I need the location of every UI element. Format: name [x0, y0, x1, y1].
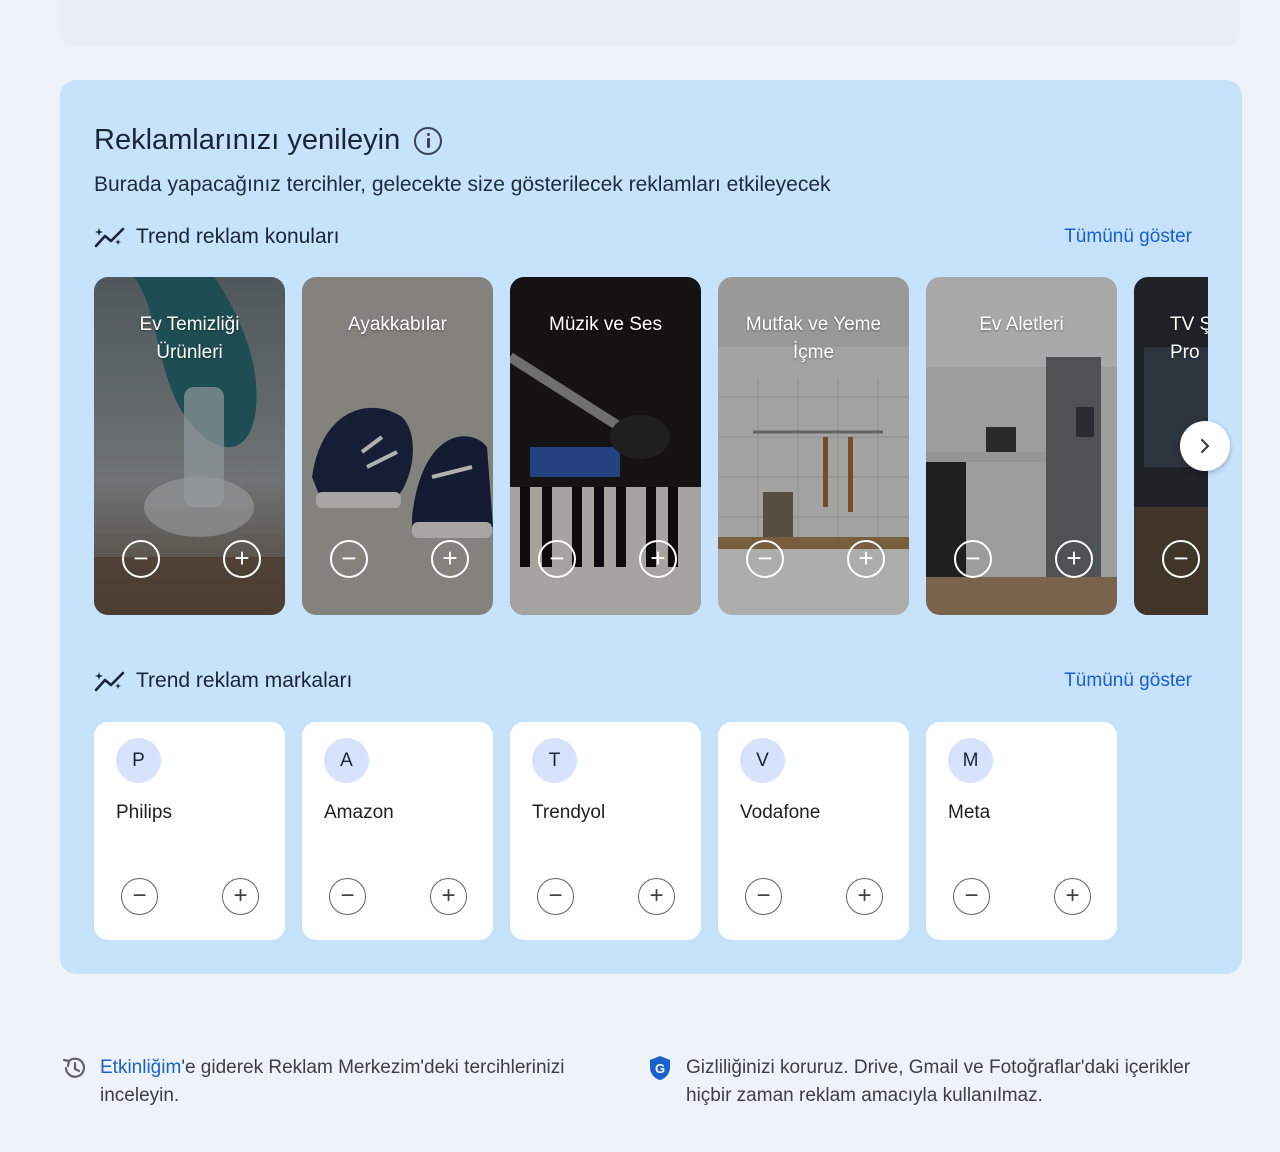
- brand-avatar: P: [116, 738, 161, 783]
- brand-avatar: V: [740, 738, 785, 783]
- topics-show-all-link[interactable]: Tümünü göster: [1064, 226, 1192, 248]
- topic-label: Müzik ve Ses: [549, 314, 662, 335]
- topics-title: Trend reklam konuları: [136, 225, 340, 248]
- brand-card[interactable]: V Vodafone − +: [718, 722, 909, 940]
- panel-title: Reklamlarınızı yenileyin: [94, 124, 443, 157]
- topic-dislike-button[interactable]: −: [746, 540, 784, 578]
- trending-icon: [94, 225, 126, 249]
- topic-label: Mutfak ve Yeme İçme: [745, 314, 882, 363]
- topic-like-button[interactable]: +: [639, 540, 677, 578]
- brand-card[interactable]: T Trendyol − +: [510, 722, 701, 940]
- topic-dislike-button[interactable]: −: [1162, 540, 1200, 578]
- topic-dislike-button[interactable]: −: [954, 540, 992, 578]
- topic-like-button[interactable]: +: [847, 540, 885, 578]
- brand-dislike-button[interactable]: −: [329, 878, 366, 915]
- topics-header: Trend reklam konuları Tümünü göster: [94, 221, 1192, 253]
- topic-card[interactable]: Ev Aletleri − +: [926, 277, 1117, 615]
- info-icon[interactable]: [414, 126, 443, 155]
- brand-dislike-button[interactable]: −: [537, 878, 574, 915]
- brands-title: Trend reklam markaları: [136, 669, 353, 692]
- topic-card[interactable]: Müzik ve Ses − +: [510, 277, 701, 615]
- brands-show-all-link[interactable]: Tümünü göster: [1064, 670, 1192, 692]
- topic-dislike-button[interactable]: −: [330, 540, 368, 578]
- brand-name: Amazon: [324, 802, 394, 823]
- panel-title-text: Reklamlarınızı yenileyin: [94, 124, 401, 156]
- brand-card[interactable]: P Philips − +: [94, 722, 285, 940]
- brand-card[interactable]: M Meta − +: [926, 722, 1117, 940]
- trending-icon: [94, 669, 126, 693]
- brand-like-button[interactable]: +: [430, 878, 467, 915]
- topic-card[interactable]: Ev Temizliği Ürünleri − +: [94, 277, 285, 615]
- svg-text:G: G: [655, 1061, 665, 1076]
- topic-like-button[interactable]: +: [431, 540, 469, 578]
- privacy-note: G Gizliliğinizi koruruz. Drive, Gmail ve…: [646, 1054, 1226, 1110]
- topic-dislike-button[interactable]: −: [538, 540, 576, 578]
- brand-name: Trendyol: [532, 802, 606, 823]
- previous-section-strip: [60, 0, 1240, 46]
- refresh-ads-panel: Reklamlarınızı yenileyin Burada yapacağı…: [60, 80, 1242, 974]
- brand-like-button[interactable]: +: [638, 878, 675, 915]
- brand-dislike-button[interactable]: −: [745, 878, 782, 915]
- chevron-right-icon: [1200, 438, 1210, 454]
- brand-name: Philips: [116, 802, 172, 823]
- brand-card[interactable]: A Amazon − +: [302, 722, 493, 940]
- brand-avatar: A: [324, 738, 369, 783]
- shield-icon: G: [650, 1056, 670, 1080]
- brand-dislike-button[interactable]: −: [121, 878, 158, 915]
- topic-label: Ev Aletleri: [979, 314, 1064, 335]
- panel-subtitle: Burada yapacağınız tercihler, gelecekte …: [94, 173, 831, 196]
- history-icon: [62, 1057, 86, 1078]
- topic-dislike-button[interactable]: −: [122, 540, 160, 578]
- brands-header: Trend reklam markaları Tümünü göster: [94, 665, 1192, 697]
- privacy-note-text: Gizliliğinizi koruruz. Drive, Gmail ve F…: [686, 1057, 1191, 1106]
- brand-name: Vodafone: [740, 802, 821, 823]
- brand-avatar: M: [948, 738, 993, 783]
- topic-card[interactable]: Mutfak ve Yeme İçme − +: [718, 277, 909, 615]
- topic-label: Ayakkabılar: [348, 314, 447, 335]
- my-activity-link[interactable]: Etkinliğim: [100, 1057, 181, 1078]
- brand-name: Meta: [948, 802, 991, 823]
- carousel-next-button[interactable]: [1180, 421, 1230, 471]
- brand-avatar: T: [532, 738, 577, 783]
- brand-like-button[interactable]: +: [222, 878, 259, 915]
- topic-card[interactable]: Ayakkabılar − +: [302, 277, 493, 615]
- activity-note-text: Etkinliğim'e giderek Reklam Merkezim'dek…: [100, 1054, 620, 1110]
- brand-like-button[interactable]: +: [1054, 878, 1091, 915]
- brand-dislike-button[interactable]: −: [953, 878, 990, 915]
- topics-carousel: Ev Temizliği Ürünleri − + Ayakkabılar − …: [94, 277, 1208, 615]
- topic-like-button[interactable]: +: [1055, 540, 1093, 578]
- brand-like-button[interactable]: +: [846, 878, 883, 915]
- topic-label: TV Ş Pro: [1170, 314, 1208, 363]
- topic-label: Ev Temizliği Ürünleri: [139, 314, 240, 363]
- activity-note: Etkinliğim'e giderek Reklam Merkezim'dek…: [60, 1054, 620, 1110]
- topic-like-button[interactable]: +: [223, 540, 261, 578]
